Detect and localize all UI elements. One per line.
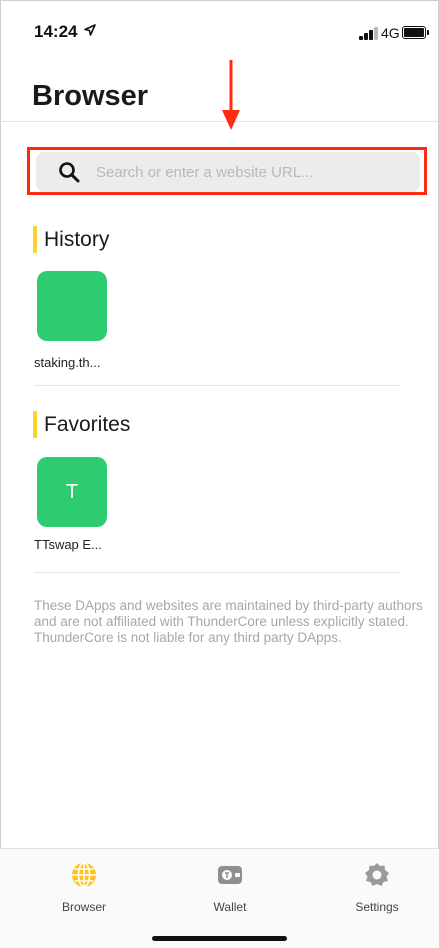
history-section-marker	[33, 226, 37, 253]
favorites-title: Favorites	[44, 413, 131, 436]
disclaimer-text: These DApps and websites are maintained …	[34, 598, 423, 645]
home-indicator	[152, 936, 287, 941]
tab-browser-label: Browser	[61, 900, 106, 914]
favorite-item-tile[interactable]: T	[37, 457, 107, 527]
tab-wallet-label: Wallet	[213, 900, 247, 914]
favorites-section-marker	[33, 411, 37, 438]
gear-icon	[365, 863, 389, 886]
favorite-item-label[interactable]: TTswap E...	[34, 537, 102, 552]
section-divider	[34, 385, 400, 386]
status-bar: 14:24 4G	[0, 0, 439, 60]
tab-bar: Browser Wallet Settings	[0, 848, 439, 948]
status-time: 14:24	[34, 22, 78, 41]
tab-browser[interactable]: Browser	[34, 861, 134, 914]
tab-wallet[interactable]: Wallet	[180, 861, 280, 914]
tab-settings-label: Settings	[355, 900, 399, 914]
network-type: 4G	[381, 25, 400, 41]
wallet-icon	[218, 866, 242, 884]
search-icon	[59, 162, 80, 183]
annotation-arrow-icon	[222, 60, 240, 130]
title-divider	[0, 121, 439, 122]
globe-icon	[72, 862, 96, 888]
history-item-label[interactable]: staking.th...	[34, 355, 100, 370]
section-divider	[34, 572, 400, 573]
page-title: Browser	[32, 80, 149, 112]
location-arrow-icon	[84, 23, 96, 39]
search-input[interactable]	[96, 158, 406, 186]
history-title: History	[44, 228, 110, 251]
history-item-tile[interactable]	[37, 271, 107, 341]
tab-settings[interactable]: Settings	[327, 861, 427, 914]
signal-icon	[359, 27, 381, 40]
battery-icon	[402, 26, 429, 39]
